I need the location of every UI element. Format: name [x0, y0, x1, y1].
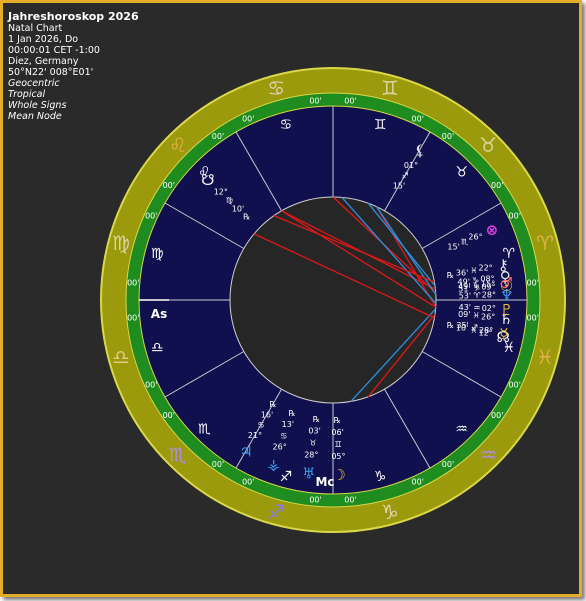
planet-minute: 13' — [282, 420, 294, 429]
cusp-minute-label: 00' — [163, 181, 175, 190]
planet-degree: 01° — [404, 161, 418, 170]
planet-degree: 28° — [479, 326, 493, 335]
planet-degree: 21° — [248, 431, 262, 440]
planet-degree: 28° — [482, 291, 496, 300]
planet-south-node: ☋ — [201, 171, 214, 189]
zodiac-sign-sagittarius: ♐ — [267, 500, 285, 524]
house-sign-glyph: ♋ — [280, 117, 293, 133]
zodiac-sign-capricorn: ♑ — [381, 500, 399, 524]
cusp-minute-label: 00' — [309, 96, 321, 105]
cusp-minute-label: 00' — [212, 132, 224, 141]
house-sign-glyph: ♐ — [280, 469, 293, 485]
planet-retrograde: ℞ — [243, 213, 250, 222]
planet-degree: 26° — [481, 312, 495, 321]
cusp-minute-label: 00' — [145, 211, 157, 220]
zodiac-sign-virgo: ♍ — [112, 231, 130, 255]
planet-degree: 15° — [481, 280, 495, 289]
planet-sign: ♐ — [401, 171, 408, 180]
horoscope-wheel: ♈♉♊♋♌♍♎♏♐ ♑♒♓♈00'00'♉00'00'♊ 00'00'♋00'00'… — [100, 67, 566, 533]
cusp-minute-label: 00' — [163, 411, 175, 420]
planet-minute: 15' — [447, 242, 459, 251]
planet-chiron: ⚷ — [498, 256, 509, 274]
planet-sign: ♒ — [473, 304, 480, 313]
zodiac-sign-scorpio: ♏ — [169, 443, 187, 467]
planet-minute: 49' — [458, 282, 470, 291]
planet-minute: 15' — [393, 182, 405, 191]
zodiac-sign-aries: ♈ — [536, 231, 554, 255]
planet-sign: ♓ — [470, 266, 477, 275]
cusp-minute-label: 00' — [442, 460, 454, 469]
house-sign-glyph: ♊ — [374, 117, 387, 133]
zodiac-sign-libra: ♎ — [112, 345, 130, 369]
planet-degree: 02° — [482, 304, 496, 313]
cusp-minute-label: 00' — [127, 313, 139, 322]
planet-degree: 26° — [273, 443, 287, 452]
planet-mercury: ☿ — [499, 325, 508, 343]
planet-degree: 05° — [331, 452, 345, 461]
cusp-minute-label: 00' — [509, 211, 521, 220]
planet-minute: 43' — [459, 303, 471, 312]
planet-degree: 26° — [468, 233, 482, 242]
aspect-center — [229, 196, 437, 404]
cusp-minute-label: 00' — [212, 460, 224, 469]
zodiac-sign-leo: ♌ — [169, 133, 187, 157]
zodiac-sign-gemini: ♊ — [381, 76, 399, 100]
planet-retrograde: ℞ — [447, 271, 454, 280]
cusp-minute-label: 00' — [412, 114, 424, 123]
planet-uranus: ♅ — [302, 464, 315, 482]
house-sign-glyph: ♏ — [198, 422, 211, 438]
planet-sign: ♏ — [461, 237, 469, 246]
cusp-minute-label: 00' — [527, 313, 539, 322]
cusp-minute-label: 00' — [127, 279, 139, 288]
asc-label: As — [151, 307, 167, 321]
house-sign-glyph: ♑ — [374, 469, 387, 485]
planet-sign: ♉ — [309, 439, 316, 448]
planet-minute: 35' — [456, 321, 468, 330]
zodiac-sign-taurus: ♉ — [479, 133, 497, 157]
planet-degree: 22° — [478, 264, 492, 273]
house-sign-glyph: ♍ — [151, 246, 164, 262]
cusp-minute-label: 00' — [509, 381, 521, 390]
house-sign-glyph: ♒ — [455, 422, 468, 438]
planet-pluto: ♇ — [500, 301, 513, 319]
zodiac-sign-cancer: ♋ — [267, 76, 285, 100]
planet-sign: ♑ — [473, 281, 480, 290]
planet-retrograde: ℞ — [288, 409, 295, 418]
planet-degree: 28° — [304, 450, 318, 459]
planet-mars: ♂ — [499, 274, 512, 292]
zodiac-sign-pisces: ♓ — [536, 345, 554, 369]
cusp-minute-label: 00' — [309, 496, 321, 505]
planet-retrograde: ℞ — [447, 321, 454, 330]
planet-retrograde: ℞ — [269, 400, 276, 409]
planet-jupiter: ♃ — [239, 443, 252, 461]
planet-minute: 16' — [261, 410, 273, 419]
planet-retrograde: ℞ — [334, 416, 341, 425]
cusp-minute-label: 00' — [491, 181, 503, 190]
cusp-minute-label: 00' — [442, 132, 454, 141]
house-sign-glyph: ♎ — [151, 340, 164, 356]
cusp-minute-label: 00' — [145, 381, 157, 390]
planet-minute: 36' — [456, 269, 468, 278]
cusp-minute-label: 00' — [344, 496, 356, 505]
planet-minute: 06' — [331, 428, 343, 437]
planet-sign: ♐ — [471, 323, 478, 332]
house-sign-glyph: ♉ — [455, 164, 468, 180]
planet-minute: 03' — [308, 427, 320, 436]
cusp-minute-label: 00' — [242, 478, 254, 487]
cusp-minute-label: 00' — [491, 411, 503, 420]
planet-vesta: ⚶ — [267, 456, 280, 474]
planet-lilith: ⚸ — [415, 141, 426, 159]
planet-moon: ☽ — [332, 466, 345, 484]
cusp-minute-label: 00' — [242, 114, 254, 123]
cusp-minute-label: 00' — [527, 279, 539, 288]
planet-retrograde: ℞ — [313, 415, 320, 424]
planet-sign: ♋ — [280, 431, 287, 440]
planet-fortune: ⊗ — [486, 221, 499, 239]
planet-sign: ♊ — [334, 440, 341, 449]
planet-sign: ♋ — [257, 421, 264, 430]
cusp-minute-label: 00' — [344, 96, 356, 105]
cusp-minute-label: 00' — [412, 478, 424, 487]
zodiac-sign-aquarius: ♒ — [479, 443, 497, 467]
